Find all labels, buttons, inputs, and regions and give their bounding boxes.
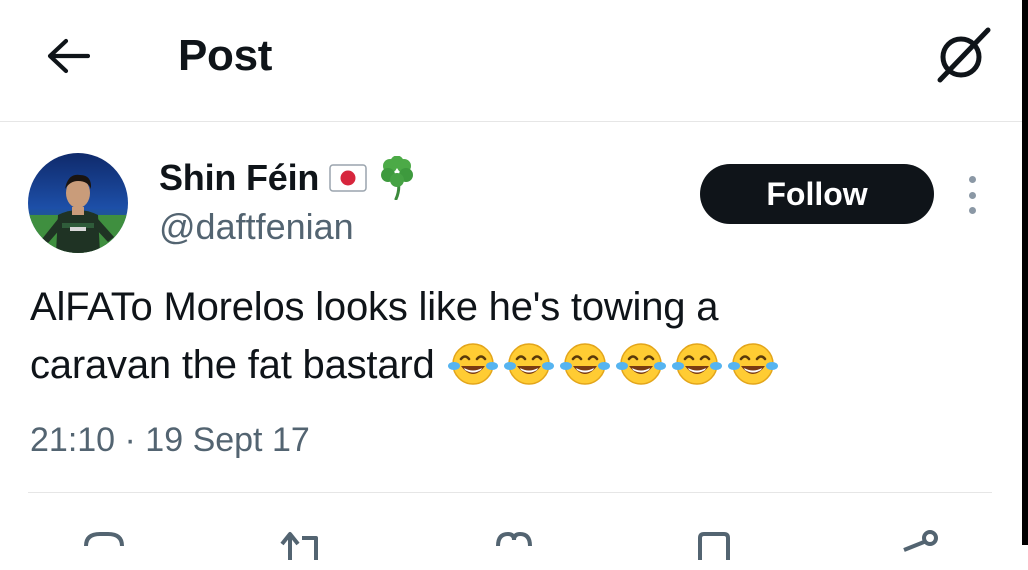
face-with-tears-of-joy-emoji — [727, 343, 778, 385]
page-title: Post — [178, 31, 273, 80]
content-divider — [28, 492, 992, 493]
japan-flag-emoji — [329, 163, 367, 193]
more-icon — [968, 176, 976, 183]
screen-edge — [1022, 0, 1028, 545]
author-name-row: Shin Féin — [159, 152, 417, 204]
header-divider — [0, 121, 1022, 122]
repost-button[interactable] — [272, 520, 332, 570]
tweet-text-line-2: caravan the fat bastard — [30, 336, 1000, 394]
face-with-tears-of-joy-emoji — [559, 343, 610, 385]
reply-icon — [84, 532, 124, 547]
author-display-name[interactable]: Shin Féin — [159, 152, 319, 204]
more-options-button[interactable] — [958, 172, 986, 218]
face-with-tears-of-joy-emoji — [671, 343, 722, 385]
tweet-text: AlFATo Morelos looks like he's towing a … — [30, 278, 1000, 394]
arrow-left-icon — [47, 38, 90, 74]
reply-button[interactable] — [74, 520, 134, 570]
laughing-emoji-row — [447, 340, 779, 388]
shamrock-emoji — [377, 156, 417, 200]
share-button[interactable] — [890, 520, 950, 570]
share-icon — [903, 530, 938, 552]
face-with-tears-of-joy-emoji — [615, 343, 666, 385]
like-button[interactable] — [484, 520, 544, 570]
tweet-timestamp[interactable]: 21:10 · 19 Sept 17 — [30, 416, 310, 464]
follow-button[interactable]: Follow — [700, 164, 934, 224]
back-button[interactable] — [42, 30, 94, 82]
repost-icon — [280, 532, 318, 560]
top-bar: Post — [0, 0, 1022, 122]
face-with-tears-of-joy-emoji — [447, 343, 498, 385]
author-handle[interactable]: @daftfenian — [159, 203, 354, 251]
face-with-tears-of-joy-emoji — [503, 343, 554, 385]
like-icon — [496, 531, 532, 547]
tweet-text-line-2-text: caravan the fat bastard — [30, 343, 435, 387]
bookmark-icon — [698, 532, 730, 560]
avatar[interactable] — [28, 153, 128, 253]
grok-icon — [937, 27, 991, 83]
bookmark-button[interactable] — [684, 520, 744, 570]
tweet-text-line-1: AlFATo Morelos looks like he's towing a — [30, 285, 719, 329]
grok-button[interactable] — [930, 22, 996, 88]
